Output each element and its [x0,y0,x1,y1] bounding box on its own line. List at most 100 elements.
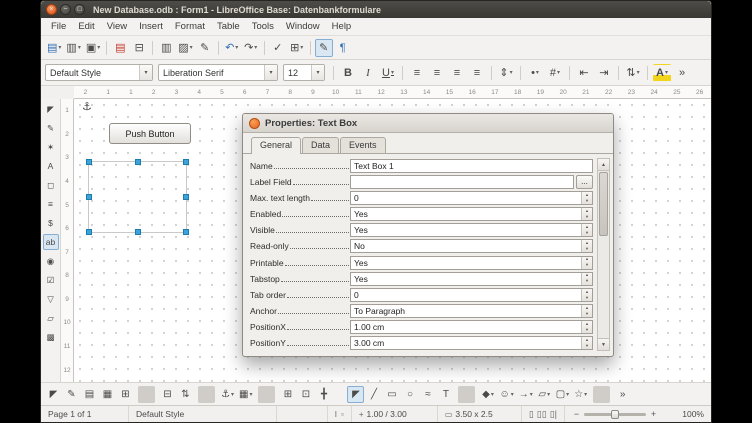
spin-down-icon[interactable] [582,327,592,333]
tab-events[interactable]: Events [340,137,386,153]
spinner-buttons[interactable] [581,337,592,349]
numbered-list-icon[interactable]: # [546,64,564,82]
form-navigator-icon[interactable]: ⊞ [117,386,134,403]
view-single-page-icon[interactable]: ▯ [529,409,534,420]
spin-down-icon[interactable] [582,214,592,220]
selection-handle[interactable] [86,159,92,165]
tab-general[interactable]: General [251,137,301,154]
zoom-slider-handle[interactable] [611,410,619,419]
property-value-field[interactable] [350,175,574,189]
callouts-icon[interactable]: ▢ [554,386,571,403]
control-wizards-icon[interactable]: ✶ [43,139,59,155]
basic-shapes-icon[interactable]: ◆ [479,386,496,403]
justify-icon[interactable]: ≡ [468,64,486,82]
align-center-icon[interactable]: ≡ [428,64,446,82]
print-icon[interactable]: ⊟ [130,39,148,57]
underline-icon[interactable]: U [379,64,397,82]
property-value-field[interactable]: 0 [350,191,593,205]
spin-down-icon[interactable] [582,246,592,252]
selection-handle[interactable] [183,159,189,165]
language-indicator[interactable] [277,406,328,422]
dialog-scrollbar[interactable] [597,158,610,351]
spin-down-icon[interactable] [582,230,592,236]
paste-icon[interactable]: ▨ [176,39,194,57]
align-left-icon[interactable]: ≡ [408,64,426,82]
line-spacing-icon[interactable]: ⇕ [497,64,515,82]
menu-item[interactable]: File [45,19,72,34]
spin-down-icon[interactable] [582,295,592,301]
menu-item[interactable]: Tools [246,19,280,34]
spin-down-icon[interactable] [582,311,592,317]
document-modified-icon[interactable]: ▫ [341,410,344,419]
select-icon[interactable]: ◤ [45,386,62,403]
view-multiple-pages-icon[interactable]: ▯▯ [537,409,547,420]
new-icon[interactable]: ▤ [45,39,63,57]
spinner-buttons[interactable] [581,224,592,236]
ellipse-icon[interactable]: ○ [401,386,418,403]
bullet-list-icon[interactable]: • [526,64,544,82]
dialog-titlebar[interactable]: Properties: Text Box [243,114,613,133]
group-box-icon[interactable]: ◻ [43,177,59,193]
zoom-slider[interactable] [584,413,646,416]
spinner-buttons[interactable] [581,289,592,301]
insert-table-icon[interactable]: ⊞ [288,39,306,57]
flowchart-icon[interactable]: ▱ [536,386,553,403]
spinner-buttons[interactable] [581,273,592,285]
chevron-down-icon[interactable] [139,65,152,80]
selection-handle[interactable] [183,229,189,235]
decrease-indent-icon[interactable]: ⇤ [575,64,593,82]
selection-handle[interactable] [86,194,92,200]
paragraph-spacing-icon[interactable]: ⇅ [624,64,642,82]
spin-down-icon[interactable] [582,263,592,269]
view-book-icon[interactable]: ▯| [550,409,557,420]
stars-icon[interactable]: ☆ [572,386,589,403]
browse-button[interactable]: ... [576,175,593,189]
clone-formatting-icon[interactable]: ✎ [196,39,214,57]
align-right-icon[interactable]: ≡ [448,64,466,82]
scroll-down-icon[interactable] [598,338,609,350]
italic-icon[interactable]: I [359,64,377,82]
freeform-line-icon[interactable]: ≈ [419,386,436,403]
zoom-in-button[interactable]: + [649,409,658,419]
menu-item[interactable]: Insert [133,19,169,34]
titlebar[interactable]: × − □ New Database.odb : Form1 - LibreOf… [41,1,711,18]
menu-item[interactable]: Edit [72,19,100,34]
property-value-field[interactable]: Yes [350,223,593,237]
chevron-down-icon[interactable] [311,65,324,80]
form-canvas[interactable]: ⚓ Push Button Properties: Text Box [74,99,711,382]
insert-text-box-icon[interactable]: T [437,386,454,403]
menu-item[interactable]: Format [169,19,211,34]
open-icon[interactable]: ▥ [64,39,82,57]
text-box-icon[interactable]: ab [43,234,59,250]
design-mode-icon[interactable]: ✎ [63,386,80,403]
formatted-field-icon[interactable]: $ [43,215,59,231]
spin-down-icon[interactable] [582,198,592,204]
minimize-button[interactable]: − [60,4,71,15]
select-icon[interactable]: ◤ [347,386,364,403]
scroll-up-icon[interactable] [598,159,609,171]
menu-item[interactable]: Table [211,19,246,34]
block-arrows-icon[interactable]: → [517,386,535,403]
zoom-out-button[interactable]: − [572,409,581,419]
object-position-indicator[interactable]: + 1.00 / 3.00 [352,406,438,422]
snap-to-grid-icon[interactable]: ⊡ [297,386,314,403]
menu-item[interactable]: Help [326,19,358,34]
object-size-indicator[interactable]: ▭ 3.50 x 2.5 [438,406,522,422]
redo-icon[interactable]: ↷ [242,39,260,57]
toolbar-overflow-icon[interactable]: » [614,386,631,403]
image-control-icon[interactable]: ▩ [43,329,59,345]
design-mode-icon[interactable]: ✎ [315,39,333,57]
form-properties-icon[interactable]: ▦ [99,386,116,403]
scrollbar-thumb[interactable] [599,172,608,236]
font-size-select[interactable]: 12 [283,64,325,81]
dialog-close-icon[interactable] [249,118,260,129]
add-field-icon[interactable]: ⊟ [159,386,176,403]
font-name-select[interactable]: Liberation Serif [158,64,278,81]
selected-text-box-control[interactable] [88,161,187,233]
vertical-ruler[interactable]: 123456789101112 [61,99,74,382]
formatting-marks-icon[interactable]: ¶ [334,39,352,57]
control-properties-icon[interactable]: ▤ [81,386,98,403]
menu-item[interactable]: Window [280,19,326,34]
option-button-icon[interactable]: ◉ [43,253,59,269]
spinner-buttons[interactable] [581,257,592,269]
